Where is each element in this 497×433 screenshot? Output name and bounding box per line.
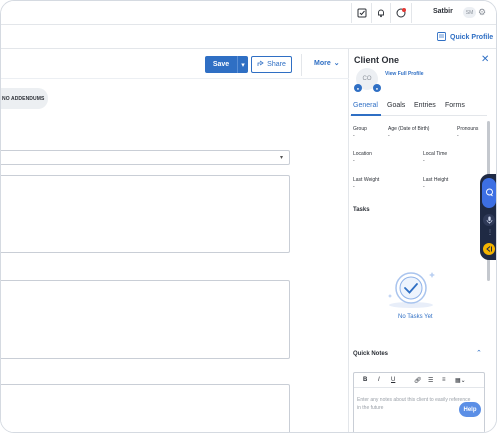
last-height-value: - xyxy=(423,184,425,190)
save-dropdown-button[interactable]: ▾ xyxy=(237,56,248,73)
template-select[interactable]: ▾ xyxy=(1,150,290,165)
gear-icon[interactable]: ⚙ xyxy=(478,7,486,18)
divider xyxy=(390,3,391,23)
user-name[interactable]: Satbir xyxy=(433,8,453,15)
notes-placeholder: Enter any notes about this client to eas… xyxy=(357,397,471,411)
last-height-label: Last Height xyxy=(423,177,449,183)
note-editor: Save ▾ Share More ⌄ NO ADDENDUMS ▾ xyxy=(1,49,349,432)
addendum-pill[interactable]: NO ADDENDUMS xyxy=(1,88,48,109)
more-button[interactable]: More ⌄ xyxy=(314,59,340,68)
share-label: Share xyxy=(267,61,286,68)
pronouns-label: Pronouns xyxy=(457,126,479,132)
numbered-list-icon[interactable]: ≡ xyxy=(442,377,446,383)
chat-icon xyxy=(485,184,494,202)
bold-button[interactable]: B xyxy=(363,377,367,383)
location-label: Location xyxy=(353,151,372,157)
tab-general[interactable]: General xyxy=(353,102,378,109)
link-icon[interactable]: 🔗︎ xyxy=(414,377,422,384)
save-button[interactable]: Save xyxy=(205,56,237,73)
chevron-down-icon: ⌄ xyxy=(333,60,340,67)
client-panel: Client One ✕ CO ● ● View Full Profile Ge… xyxy=(350,49,496,432)
no-tasks-label: No Tasks Yet xyxy=(398,314,433,320)
app-window: Satbir SM ⚙ Quick Profile Save ▾ Share M… xyxy=(0,0,497,433)
close-icon[interactable]: ✕ xyxy=(481,54,489,65)
bullet-list-icon[interactable]: ☰ xyxy=(428,377,433,384)
notes-toolbar: B I U 🔗︎ ☰ ≡ ▦⌄ xyxy=(354,373,484,388)
collapse-dock-button[interactable] xyxy=(483,243,495,255)
divider xyxy=(351,3,352,23)
assistant-dock: ⋮ xyxy=(480,174,496,260)
tab-entries[interactable]: Entries xyxy=(414,102,436,109)
pronouns-value: - xyxy=(457,133,459,139)
mic-button[interactable] xyxy=(483,214,495,226)
client-name: Client One xyxy=(354,55,400,65)
local-time-value: - xyxy=(423,158,425,164)
italic-button[interactable]: I xyxy=(378,377,380,383)
status-icon[interactable] xyxy=(394,6,408,20)
panel-tabs: General Goals Entries Forms xyxy=(350,99,487,116)
tab-goals[interactable]: Goals xyxy=(387,102,405,109)
local-time-label: Local Time xyxy=(423,151,448,157)
last-weight-label: Last Weight xyxy=(353,177,380,183)
table-icon[interactable]: ▦⌄ xyxy=(455,377,466,384)
tasks-title: Tasks xyxy=(353,207,370,213)
chevron-down-icon: ▾ xyxy=(241,61,245,69)
chevron-up-icon[interactable]: ⌃ xyxy=(476,349,482,357)
share-button[interactable]: Share xyxy=(251,56,292,73)
help-button[interactable]: Help xyxy=(459,402,481,417)
chat-assistant-button[interactable] xyxy=(482,178,496,208)
last-weight-value: - xyxy=(353,184,355,190)
group-label: Group xyxy=(353,126,367,132)
note-field-2[interactable] xyxy=(1,280,290,359)
active-tab-indicator xyxy=(351,114,381,116)
empty-tasks-illustration xyxy=(383,267,439,311)
microphone-icon xyxy=(486,211,493,229)
quick-profile-button[interactable]: Quick Profile xyxy=(437,32,493,43)
location-value: - xyxy=(353,158,355,164)
age-value: - xyxy=(388,133,390,139)
quick-profile-label: Quick Profile xyxy=(450,34,494,41)
divider xyxy=(371,3,372,23)
checkbox-icon[interactable] xyxy=(355,6,369,20)
note-field-1[interactable] xyxy=(1,175,290,253)
age-label: Age (Date of Birth) xyxy=(388,126,430,132)
underline-button[interactable]: U xyxy=(391,377,395,383)
divider xyxy=(411,3,412,23)
quick-notes-title: Quick Notes xyxy=(353,351,389,357)
more-label: More xyxy=(314,59,331,67)
top-bar: Satbir SM ⚙ xyxy=(1,1,496,25)
group-value: - xyxy=(353,133,355,139)
caret-down-icon: ▾ xyxy=(279,155,283,161)
avatar[interactable]: SM xyxy=(463,7,476,18)
badge-icon: ● xyxy=(354,84,362,92)
profile-card-icon xyxy=(437,32,446,43)
bell-icon[interactable] xyxy=(374,6,388,20)
note-field-3[interactable] xyxy=(1,384,290,432)
tab-forms[interactable]: Forms xyxy=(445,102,465,109)
badge-icon: ● xyxy=(373,84,381,92)
view-full-profile-link[interactable]: View Full Profile xyxy=(385,71,424,77)
editor-toolbar: Save ▾ Share More ⌄ xyxy=(1,49,349,79)
secondary-bar: Quick Profile xyxy=(1,25,496,49)
share-icon xyxy=(257,60,264,69)
drag-handle-icon[interactable]: ⋮ xyxy=(487,230,493,236)
divider xyxy=(301,54,302,76)
arrow-left-icon xyxy=(485,240,493,258)
